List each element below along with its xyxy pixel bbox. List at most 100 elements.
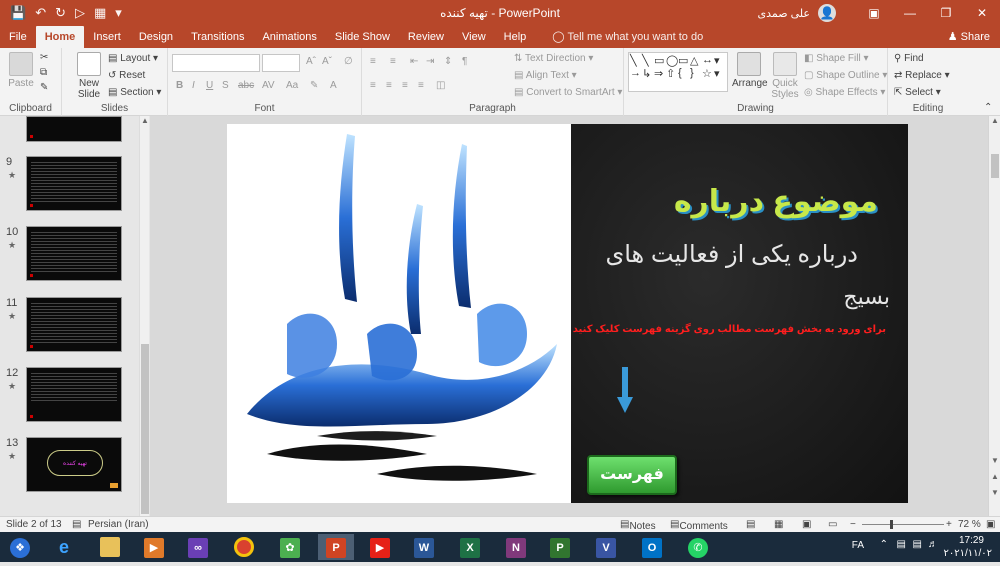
undo-icon[interactable]: ↶ — [35, 5, 46, 21]
taskbar-media-player[interactable]: ▶ — [136, 534, 172, 560]
scroll-up-icon[interactable]: ▲ — [991, 116, 999, 125]
show-hidden-icons-icon[interactable]: ⌃ — [880, 539, 888, 550]
shape-arrow-icon[interactable]: → — [630, 67, 642, 80]
highlight-icon[interactable]: ✎ — [310, 80, 318, 91]
scroll-down-icon[interactable]: ▼ — [991, 456, 999, 465]
redo-icon[interactable]: ↻ — [55, 5, 66, 21]
shape-star-icon[interactable]: ☆ — [702, 67, 714, 80]
shape-triangle-icon[interactable]: △ — [690, 54, 702, 67]
slide-show-icon[interactable]: ▭ — [828, 519, 837, 530]
next-slide-icon[interactable]: ▼ — [991, 488, 999, 497]
volume-icon[interactable]: ♬ — [928, 539, 938, 550]
comments-button[interactable]: ▤ Comments — [670, 519, 728, 532]
tab-review[interactable]: Review — [399, 26, 453, 48]
slide-thumbnail[interactable] — [26, 367, 122, 422]
slide-thumbnail[interactable]: تهیه کننده — [26, 437, 122, 492]
arrange-button[interactable]: Arrange — [732, 52, 768, 89]
slide-thumbnail[interactable] — [26, 297, 122, 352]
zoom-level[interactable]: 72 % — [958, 519, 981, 530]
copy-icon[interactable]: ⧉ — [40, 67, 47, 78]
taskbar-outlook[interactable]: O — [634, 534, 670, 560]
slide-thumbnails-pane[interactable]: 9 ★ 10 ★ 11 ★ 12 ★ 13 ★ تهیه کننده — [0, 116, 150, 516]
start-from-beginning-icon[interactable]: ▷ — [75, 5, 85, 21]
shape-brace-icon[interactable]: { — [678, 67, 690, 80]
tab-transitions[interactable]: Transitions — [182, 26, 253, 48]
align-center-icon[interactable]: ≡ — [386, 80, 392, 91]
bullets-icon[interactable]: ≡ — [370, 56, 376, 67]
tab-home[interactable]: Home — [35, 26, 85, 48]
minimize-icon[interactable]: — — [892, 0, 928, 26]
zoom-in-icon[interactable]: + — [946, 519, 952, 530]
numbering-icon[interactable]: ≡ — [390, 56, 396, 67]
power-icon[interactable]: ▤ — [897, 539, 906, 550]
avatar[interactable]: 👤 — [818, 4, 836, 22]
calligraphy-image[interactable] — [227, 124, 571, 503]
canvas-scrollbar[interactable]: ▲ ▼ ▲ ▼ — [988, 116, 1000, 516]
columns-icon[interactable]: ◫ — [436, 80, 445, 91]
underline-icon[interactable]: U — [206, 80, 213, 91]
instruction-text[interactable]: برای ورود به بخش فهرست مطالب روی گزینه ف… — [573, 324, 886, 335]
taskbar-onenote[interactable]: N — [498, 534, 534, 560]
slide-thumbnail[interactable] — [26, 116, 122, 142]
tab-help[interactable]: Help — [495, 26, 536, 48]
shape-effects-button[interactable]: ◎ Shape Effects ▾ — [804, 87, 885, 98]
char-spacing-icon[interactable]: AV — [262, 80, 275, 91]
shape-more-icon[interactable]: ▾ — [714, 67, 726, 80]
shape-oval-icon[interactable]: ◯ — [666, 54, 678, 67]
shape-line-icon[interactable]: ╲ — [642, 54, 654, 67]
bold-icon[interactable]: B — [176, 80, 183, 91]
previous-slide-icon[interactable]: ▲ — [991, 472, 999, 481]
slide-subtitle[interactable]: درباره یکی از فعالیت های — [605, 240, 858, 269]
taskbar-word[interactable]: W — [406, 534, 442, 560]
thumbnail-scrollbar[interactable]: ▲ — [139, 116, 149, 516]
shape-arrow-icon[interactable]: ↔ — [702, 54, 714, 67]
spell-check-icon[interactable]: ▤ — [72, 519, 81, 530]
justify-icon[interactable]: ≡ — [418, 80, 424, 91]
scroll-up-icon[interactable]: ▲ — [141, 116, 149, 125]
rtl-icon[interactable]: ¶ — [462, 56, 467, 67]
slide-title[interactable]: موضوع درباره — [674, 184, 878, 219]
taskbar-file-explorer[interactable] — [92, 534, 128, 560]
taskbar-visio[interactable]: V — [588, 534, 624, 560]
normal-view-icon[interactable]: ▤ — [746, 519, 755, 530]
zoom-slider-thumb[interactable] — [890, 520, 893, 529]
notes-button[interactable]: ▤ Notes — [620, 519, 656, 532]
slide-thumbnail[interactable] — [26, 226, 122, 281]
language-indicator[interactable]: Persian (Iran) — [88, 519, 149, 530]
quick-styles-button[interactable]: Quick Styles — [768, 52, 802, 100]
paste-button[interactable]: Paste — [6, 52, 36, 89]
new-slide-button[interactable]: New Slide — [72, 52, 106, 100]
start-button[interactable]: ❖ — [2, 534, 38, 560]
shape-arrow-icon[interactable]: ⇒ — [654, 67, 666, 80]
increase-indent-icon[interactable]: ⇥ — [426, 56, 434, 67]
format-painter-icon[interactable]: ✎ — [40, 82, 48, 93]
reading-view-icon[interactable]: ▣ — [802, 519, 811, 530]
change-case-icon[interactable]: Aa — [286, 80, 298, 91]
find-button[interactable]: ⚲ Find — [894, 53, 924, 64]
shape-more-icon[interactable]: ▾ — [714, 54, 726, 67]
save-icon[interactable]: 💾 — [10, 5, 26, 21]
tab-view[interactable]: View — [453, 26, 495, 48]
line-spacing-icon[interactable]: ⇕ — [444, 56, 452, 67]
shape-rectangle-icon[interactable]: ▭ — [678, 54, 690, 67]
shape-arrow-icon[interactable]: ⇧ — [666, 67, 678, 80]
tab-file[interactable]: File — [0, 26, 36, 48]
tab-insert[interactable]: Insert — [84, 26, 130, 48]
scrollbar-thumb[interactable] — [991, 154, 999, 178]
taskbar-visual-studio[interactable]: ∞ — [180, 534, 216, 560]
slide-sorter-icon[interactable]: ▦ — [774, 519, 783, 530]
tab-animations[interactable]: Animations — [253, 26, 325, 48]
restore-icon[interactable]: ❐ — [928, 0, 964, 26]
shape-arrow-icon[interactable]: ↳ — [642, 67, 654, 80]
shape-line-icon[interactable]: ╲ — [630, 54, 642, 67]
align-right-icon[interactable]: ≡ — [402, 80, 408, 91]
close-icon[interactable]: ✕ — [964, 0, 1000, 26]
taskbar-chrome[interactable] — [226, 534, 262, 560]
align-left-icon[interactable]: ≡ — [370, 80, 376, 91]
strikethrough-icon[interactable]: abc — [238, 80, 254, 91]
shape-brace-icon[interactable]: } — [690, 67, 702, 80]
taskbar-youtube[interactable]: ▶ — [362, 534, 398, 560]
reset-button[interactable]: ↺ Reset — [108, 70, 145, 81]
font-color-icon[interactable]: A — [330, 80, 337, 91]
input-language[interactable]: FA — [852, 540, 864, 551]
